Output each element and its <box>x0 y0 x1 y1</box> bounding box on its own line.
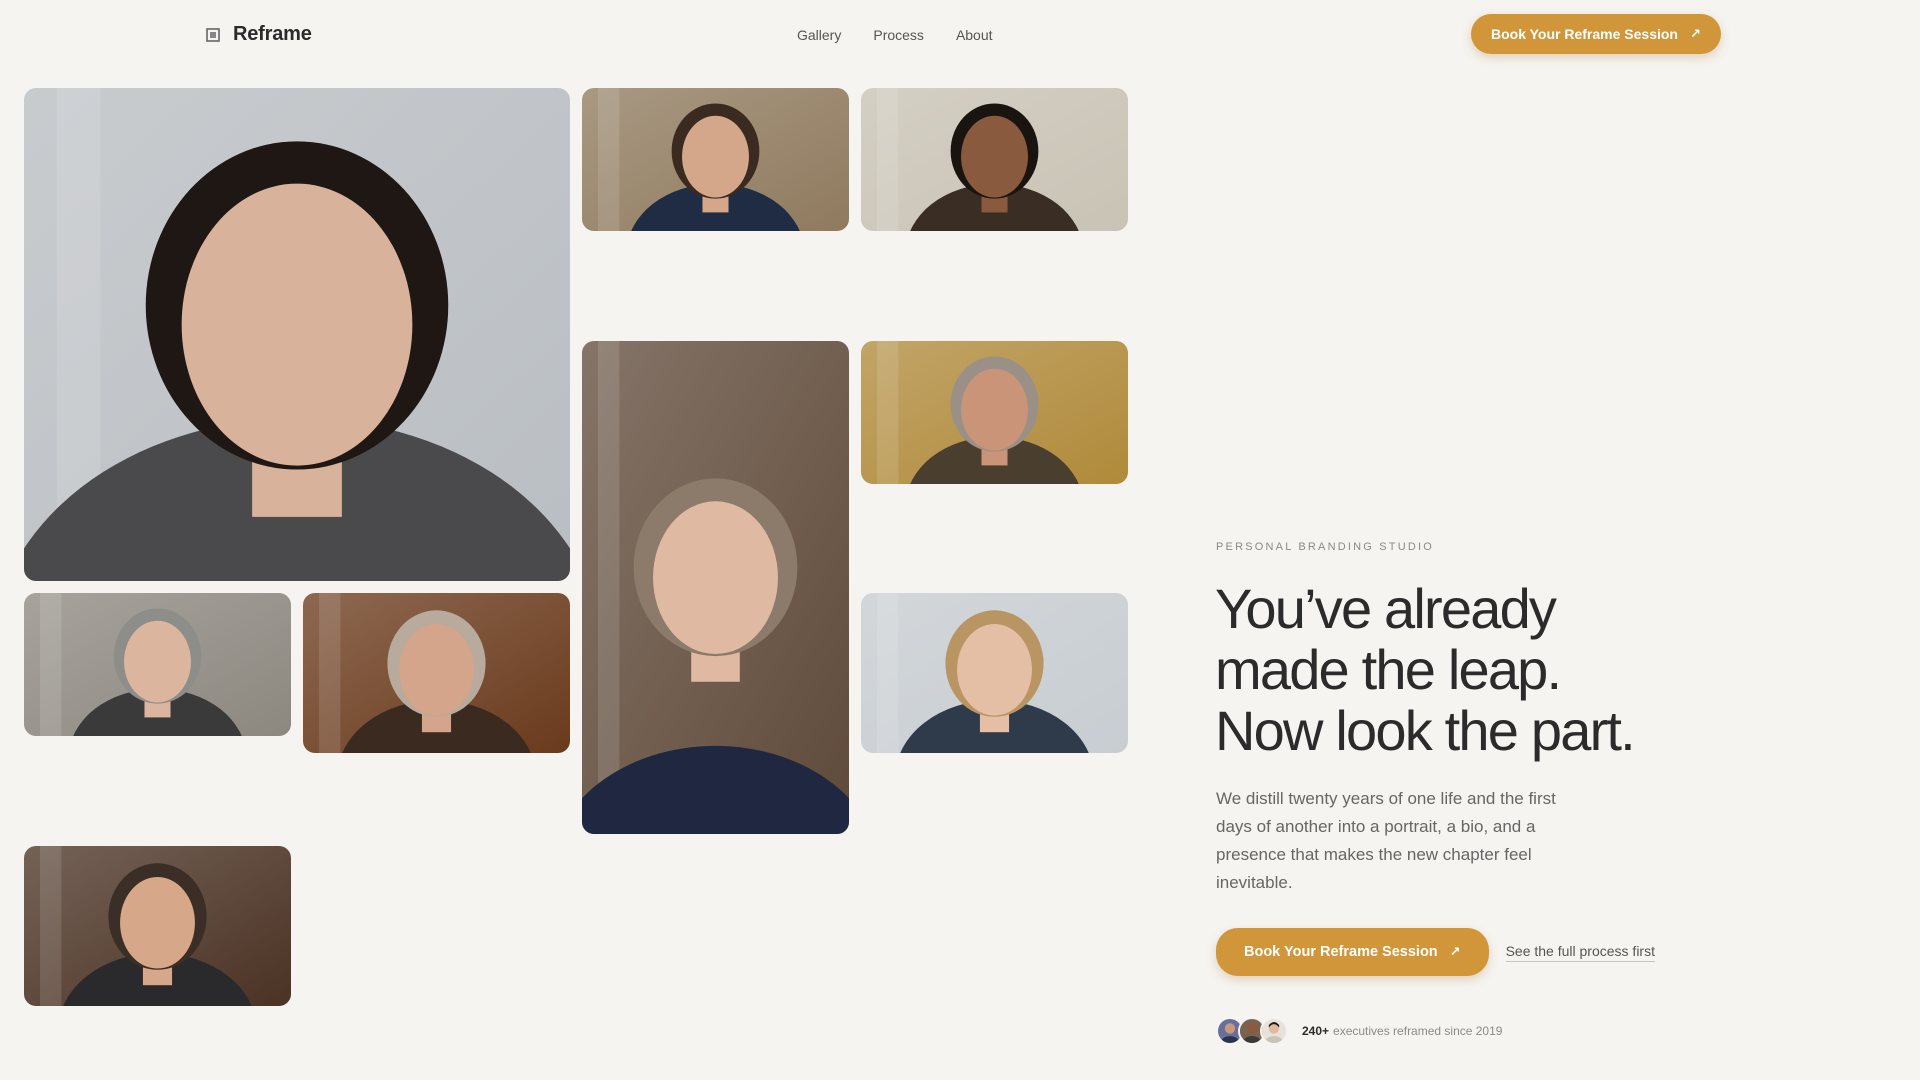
portrait-man-smiling-bookshelf[interactable] <box>582 88 849 231</box>
frame-logo-icon <box>205 27 221 43</box>
portrait-man-library[interactable] <box>24 846 291 1006</box>
header-book-session-button[interactable]: Book Your Reframe Session ↗ <box>1471 14 1721 54</box>
portrait-man-balding-wood[interactable] <box>303 593 570 753</box>
arrow-up-right-icon: ↗ <box>1689 26 1701 41</box>
hero-lead: We distill twenty years of one life and … <box>1216 789 1556 892</box>
social-proof-text: 240+ executives reframed since 2019 <box>1302 1024 1502 1038</box>
headline-line-1: You’ve already <box>1215 577 1557 640</box>
brand-logo[interactable]: Reframe <box>205 23 312 46</box>
site-header: Reframe Gallery Process About Book Your … <box>0 0 1920 72</box>
arrow-up-right-icon: ↗ <box>1449 944 1461 959</box>
portrait-woman-silver-hair[interactable] <box>582 341 849 834</box>
social-proof: 240+ executives reframed since 2019 <box>1216 1017 1502 1045</box>
headline-line-2: made the leap. <box>1215 638 1562 701</box>
hero-cta-row: Book Your Reframe Session ↗ See the full… <box>1216 928 1655 976</box>
nav-link-process[interactable]: Process <box>873 27 924 43</box>
headline-line-3: Now look the part. <box>1215 699 1636 762</box>
main-nav: Gallery Process About <box>797 27 993 43</box>
avatar-stack <box>1216 1017 1288 1045</box>
avatar <box>1260 1017 1288 1045</box>
nav-link-about[interactable]: About <box>956 27 993 43</box>
portrait-woman-curly-hair[interactable] <box>861 88 1128 231</box>
book-session-label: Book Your Reframe Session <box>1244 944 1438 960</box>
nav-link-gallery[interactable]: Gallery <box>797 27 841 43</box>
book-session-button[interactable]: Book Your Reframe Session ↗ <box>1216 928 1489 976</box>
header-book-session-label: Book Your Reframe Session <box>1491 26 1678 42</box>
portrait-woman-blonde-laughing[interactable] <box>861 593 1128 753</box>
hero-headline: You’ve already made the leap. Now look t… <box>1215 578 1735 761</box>
portrait-man-balding-outdoors[interactable] <box>861 341 1128 484</box>
social-proof-count: 240+ <box>1302 1024 1330 1038</box>
eyebrow-label: PERSONAL BRANDING STUDIO <box>1216 541 1435 553</box>
brand-name: Reframe <box>233 23 312 45</box>
see-process-link[interactable]: See the full process first <box>1505 943 1655 962</box>
portrait-woman-dark-hair[interactable] <box>24 88 570 581</box>
social-proof-caption: executives reframed since 2019 <box>1333 1024 1503 1038</box>
portrait-woman-short-grey-hair[interactable] <box>24 593 291 736</box>
